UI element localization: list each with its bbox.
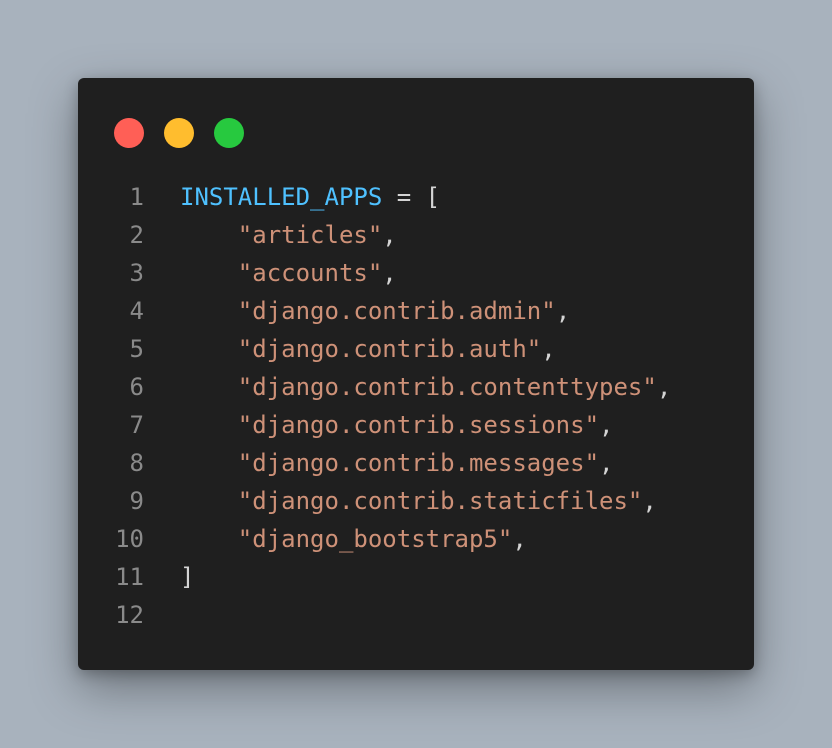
punctuation-token: = [ [382,183,441,211]
punctuation-token [180,259,238,287]
punctuation-token: , [512,525,527,553]
code-line[interactable]: 7 "django.contrib.sessions", [78,406,754,444]
string-token: "django.contrib.sessions" [237,411,600,439]
line-number: 3 [129,259,144,287]
punctuation-token [180,373,238,401]
punctuation-token [180,487,238,515]
line-number: 4 [129,297,144,325]
punctuation-token [180,449,238,477]
string-token: "accounts" [237,259,383,287]
line-number: 1 [129,183,144,211]
code-line[interactable]: 11] [78,558,754,596]
punctuation-token [180,411,238,439]
maximize-dot-icon[interactable] [214,118,244,148]
code-content: "django.contrib.messages", [180,444,614,482]
code-window: 1 INSTALLED_APPS = [2 "articles", 3 "accou… [78,78,754,670]
punctuation-token: , [382,221,397,249]
code-editor[interactable]: 1 INSTALLED_APPS = [2 "articles", 3 "accou… [78,178,754,634]
code-line[interactable]: 2 "articles", [78,216,754,254]
punctuation-token [180,221,238,249]
punctuation-token: , [541,335,556,363]
string-token: "django.contrib.admin" [237,297,556,325]
close-dot-icon[interactable] [114,118,144,148]
line-number: 6 [129,373,144,401]
string-token: "django_bootstrap5" [237,525,513,553]
code-content: "django.contrib.sessions", [180,406,614,444]
line-number: 7 [129,411,144,439]
line-number: 12 [115,601,144,629]
line-number: 9 [129,487,144,515]
punctuation-token: , [656,373,672,401]
code-content: "articles", [180,216,397,254]
code-line[interactable]: 12 [78,596,754,634]
punctuation-token [180,525,238,553]
window-controls [114,118,244,148]
punctuation-token: , [555,297,571,325]
string-token: "django.contrib.auth" [237,335,542,363]
punctuation-token: ] [180,563,195,591]
punctuation-token [180,335,238,363]
line-number: 10 [115,525,144,553]
line-number: 11 [115,563,144,591]
string-token: "django.contrib.messages" [237,449,600,477]
code-line[interactable]: 1 INSTALLED_APPS = [ [78,178,754,216]
string-token: "django.contrib.staticfiles" [237,487,643,515]
punctuation-token: , [599,449,614,477]
code-line[interactable]: 5 "django.contrib.auth", [78,330,754,368]
punctuation-token: , [599,411,614,439]
line-number: 8 [129,449,144,477]
code-line[interactable]: 3 "accounts", [78,254,754,292]
line-number: 5 [129,335,144,363]
code-line[interactable]: 10 "django_bootstrap5", [78,520,754,558]
code-line[interactable]: 4 "django.contrib.admin", [78,292,754,330]
code-content: "django.contrib.contenttypes", [180,368,671,406]
code-line[interactable]: 9 "django.contrib.staticfiles", [78,482,754,520]
code-content: "django.contrib.staticfiles", [180,482,657,520]
identifier-token: INSTALLED_APPS [180,183,383,211]
code-line[interactable]: 8 "django.contrib.messages", [78,444,754,482]
punctuation-token: , [382,259,397,287]
code-line[interactable]: 6 "django.contrib.contenttypes", [78,368,754,406]
code-content: "django.contrib.auth", [180,330,556,368]
code-content: ] [180,558,194,596]
code-content: INSTALLED_APPS = [ [180,178,440,216]
punctuation-token: , [642,487,657,515]
code-content: "accounts", [180,254,397,292]
punctuation-token [180,297,238,325]
string-token: "django.contrib.contenttypes" [237,373,657,401]
string-token: "articles" [237,221,383,249]
line-number: 2 [129,221,144,249]
code-content: "django_bootstrap5", [180,520,527,558]
code-content: "django.contrib.admin", [180,292,570,330]
minimize-dot-icon[interactable] [164,118,194,148]
